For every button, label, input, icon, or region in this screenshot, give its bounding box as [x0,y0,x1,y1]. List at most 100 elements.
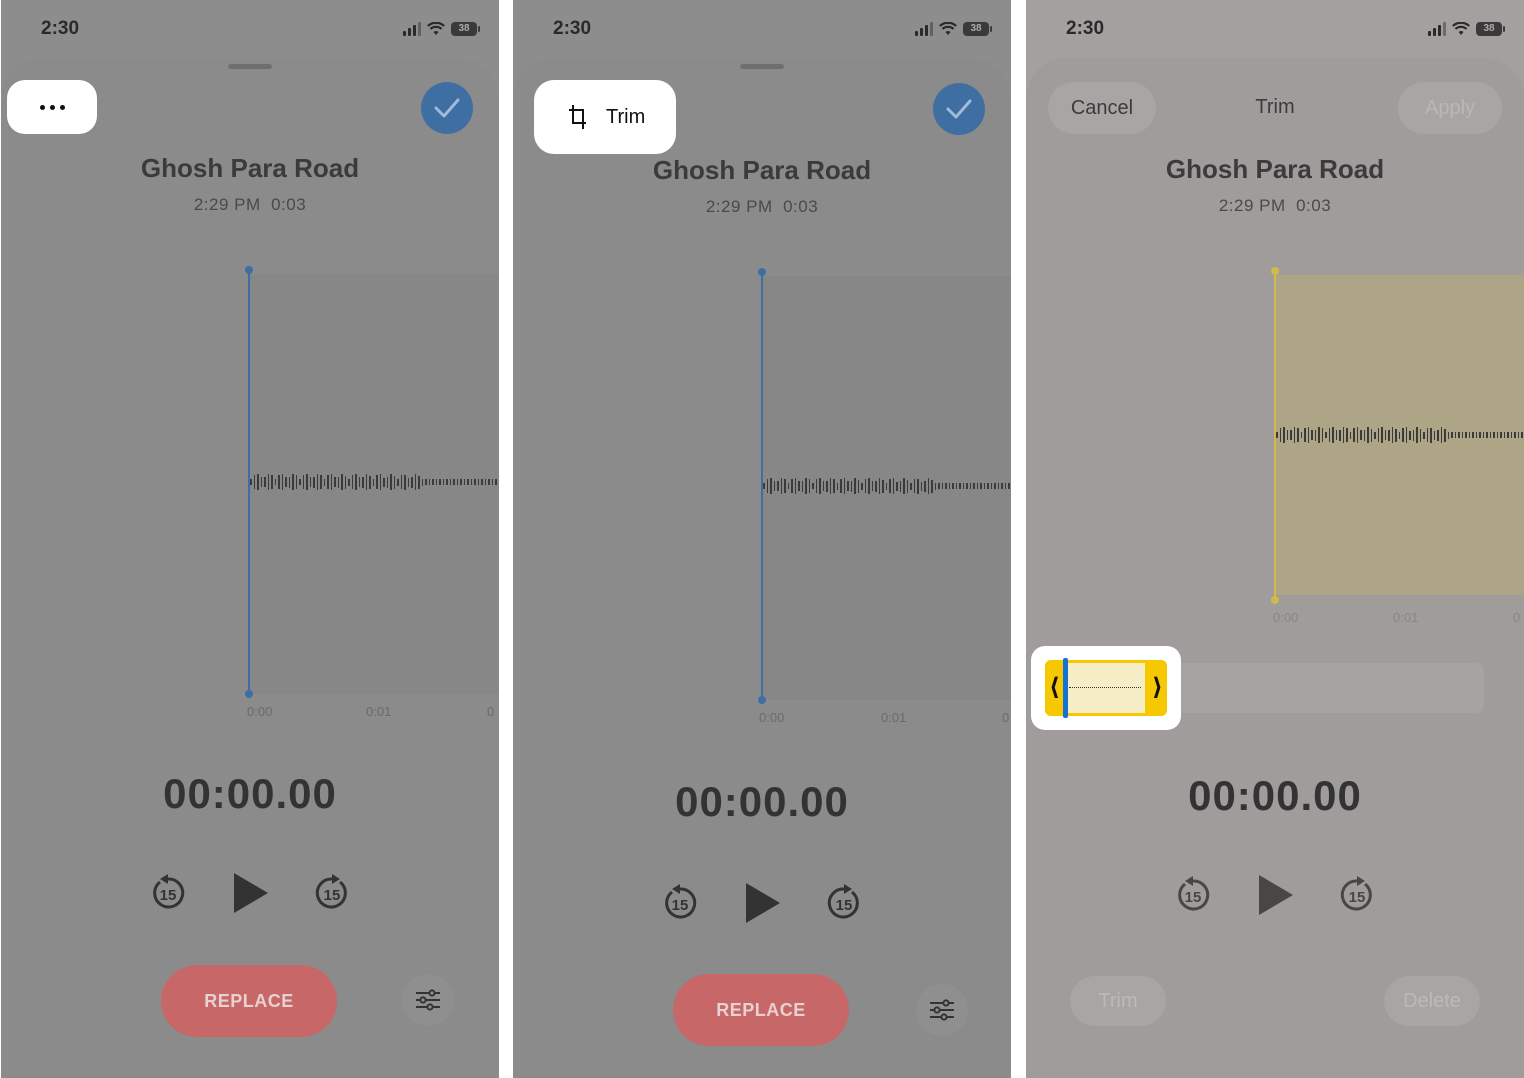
screen-trim-menu: 2:30 38 Trim Ghosh Para Road 2:29 PM 0:0… [513,0,1011,1078]
svg-text:15: 15 [160,887,177,904]
recording-time: 2:29 PM [1218,196,1286,215]
tick-label: 0:01 [881,710,907,725]
playhead-bottom-dot [245,690,253,698]
apply-button[interactable]: Apply [1398,82,1502,134]
waveform [763,475,1011,497]
tick-label: 0:01 [1393,610,1419,625]
wifi-icon [939,22,957,35]
skip-forward-15-icon[interactable]: 15 [824,883,864,923]
playback-timer: 00:00.00 [675,778,849,825]
replace-button[interactable]: REPLACE [673,974,849,1046]
skip-forward-15-icon[interactable]: 15 [312,873,352,913]
skip-back-15-icon[interactable]: 15 [1173,875,1213,915]
playhead-bottom-dot [758,696,766,704]
tick-label: 0:01 [366,704,392,719]
cellular-signal-icon [403,22,421,36]
playback-controls: 15 15 [513,880,1011,926]
playback-controls: 15 15 [1,870,499,916]
trim-start-top-dot [1271,267,1279,275]
delete-button[interactable]: Delete [1384,976,1480,1026]
trim-handle[interactable]: ⟨ ⟩ [1045,658,1167,718]
status-time: 2:30 [553,18,592,39]
svg-text:15: 15 [1349,889,1366,906]
trim-handle-callout: ⟨ ⟩ [1031,646,1181,730]
sheet-grabber[interactable] [740,64,784,69]
tick-label: 0 [1513,610,1521,625]
playhead-marker[interactable] [1063,658,1068,718]
trim-start-bottom-dot [1271,596,1279,604]
cellular-signal-icon [915,22,933,36]
playback-timer: 00:00.00 [163,770,337,817]
wifi-icon [427,22,445,35]
recording-meta: 2:29 PM 0:03 [1,195,499,215]
waveform [250,471,499,493]
sliders-icon [930,999,954,1021]
ellipsis-icon [39,104,65,110]
more-options-button[interactable] [7,80,97,134]
recording-time: 2:29 PM [193,195,261,214]
battery-icon: 38 [1476,22,1505,36]
status-icons: 38 [1428,22,1505,36]
play-icon[interactable] [1253,872,1297,918]
done-button[interactable] [933,83,985,135]
trim-sheet: Cancel Trim Apply Ghosh Para Road 2:29 P… [1026,58,1524,1078]
recording-sheet: Ghosh Para Road 2:29 PM 0:03 0:00 0:01 0… [1,58,499,1078]
trim-menu-item[interactable]: Trim [534,80,676,154]
recording-title: Ghosh Para Road [140,153,360,183]
recording-meta: 2:29 PM 0:03 [513,197,1011,217]
svg-text:15: 15 [836,897,853,914]
chevron-right-icon[interactable]: ⟩ [1152,674,1163,702]
trim-menu-label: Trim [606,105,646,128]
playhead-top-dot [758,268,766,276]
waveform [1276,424,1524,446]
overview-waveform [1069,687,1141,688]
playhead-top-dot [245,266,253,274]
sliders-icon [416,989,440,1011]
svg-text:15: 15 [1185,889,1202,906]
tick-label: 0 [487,704,495,719]
screen-trim-mode: 2:30 38 Cancel Trim Apply Ghosh Para Roa… [1026,0,1524,1078]
recording-sheet: Trim Ghosh Para Road 2:29 PM 0:03 0:00 0… [513,58,1011,1078]
options-button[interactable] [916,984,968,1036]
checkmark-icon [946,99,972,119]
status-icons: 38 [915,22,992,36]
skip-back-15-icon[interactable]: 15 [660,883,700,923]
play-icon[interactable] [740,880,784,926]
recording-duration: 0:03 [783,197,819,216]
battery-icon: 38 [963,22,992,36]
replace-button[interactable]: REPLACE [161,965,337,1037]
trim-selection-preview [1065,663,1145,713]
chevron-left-icon[interactable]: ⟨ [1049,674,1060,702]
tick-label: 0:00 [759,710,785,725]
playback-controls: 15 15 [1026,872,1524,918]
options-button[interactable] [402,974,454,1026]
status-icons: 38 [403,22,480,36]
svg-text:15: 15 [324,887,341,904]
skip-back-15-icon[interactable]: 15 [148,873,188,913]
wifi-icon [1452,22,1470,35]
sheet-grabber[interactable] [228,64,272,69]
overview-strip[interactable] [1174,663,1484,713]
crop-icon [569,105,586,129]
recording-title: Ghosh Para Road [1165,154,1385,184]
recording-duration: 0:03 [1296,196,1332,215]
recording-meta: 2:29 PM 0:03 [1026,196,1524,216]
status-time: 2:30 [41,18,80,39]
trim-button[interactable]: Trim [1070,976,1166,1026]
tick-label: 0:00 [1273,610,1299,625]
play-icon[interactable] [228,870,272,916]
status-time: 2:30 [1066,18,1105,39]
svg-text:15: 15 [672,897,689,914]
recording-time: 2:29 PM [705,197,773,216]
recording-duration: 0:03 [271,195,307,214]
playback-timer: 00:00.00 [1188,772,1362,819]
recording-title: Ghosh Para Road [652,155,872,185]
tick-label: 0 [1002,710,1010,725]
screen-recording-detail: 2:30 38 Ghosh Para Road 2:29 PM 0:03 0:0… [1,0,499,1078]
checkmark-icon [434,98,460,118]
battery-icon: 38 [451,22,480,36]
tick-label: 0:00 [247,704,273,719]
cellular-signal-icon [1428,22,1446,36]
skip-forward-15-icon[interactable]: 15 [1337,875,1377,915]
done-button[interactable] [421,82,473,134]
